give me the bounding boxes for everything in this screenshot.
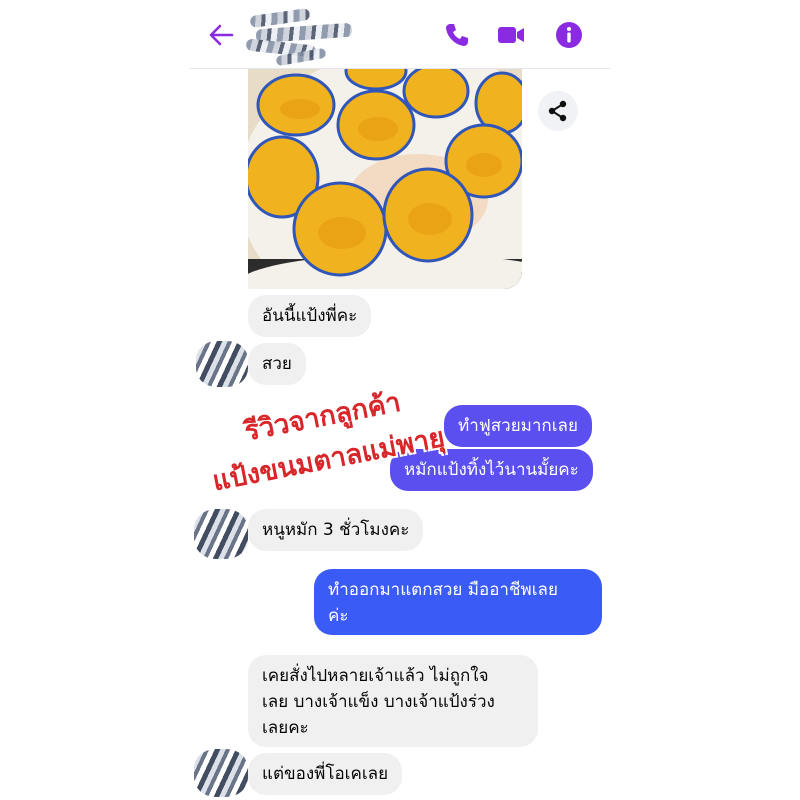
- phone-icon[interactable]: [442, 20, 472, 50]
- shared-photo[interactable]: [248, 69, 522, 289]
- arrow-left-icon[interactable]: [208, 22, 234, 48]
- share-icon: [548, 100, 567, 122]
- share-button[interactable]: [538, 91, 578, 131]
- message-bubble-incoming: หนูหมัก 3 ชั่วโมงคะ: [248, 509, 424, 551]
- message-thread: อันนี้แป้งพี่คะ สวย ทำฟูสวยมากเลย หมักแป…: [190, 69, 610, 800]
- message-line: ทำออกมาแตกสวย มืออาชีพเลย: [328, 580, 558, 600]
- message-line: เคยสั่งไปหลายเจ้าแล้ว ไม่ถูกใจ: [262, 666, 489, 686]
- photo-content: [248, 69, 522, 289]
- video-camera-icon[interactable]: [496, 20, 526, 50]
- contact-avatar[interactable]: [194, 509, 248, 559]
- info-icon[interactable]: [554, 20, 584, 50]
- message-line: เลย บางเจ้าแข็ง บางเจ้าแป้งร่วง: [262, 692, 495, 712]
- contact-avatar[interactable]: [196, 341, 248, 387]
- message-bubble-incoming: สวย: [248, 343, 306, 385]
- message-line: ค่ะ: [328, 606, 349, 626]
- message-bubble-incoming: แต่ของพี่โอเคเลย: [248, 753, 403, 795]
- message-line: เลยคะ: [262, 718, 309, 738]
- conversation-header: [190, 0, 610, 69]
- message-bubble-outgoing: ทำฟูสวยมากเลย: [444, 405, 592, 447]
- messenger-screen: อันนี้แป้งพี่คะ สวย ทำฟูสวยมากเลย หมักแป…: [190, 0, 610, 800]
- message-bubble-incoming: เคยสั่งไปหลายเจ้าแล้ว ไม่ถูกใจ เลย บางเจ…: [248, 655, 538, 747]
- contact-avatar[interactable]: [194, 749, 248, 797]
- message-bubble-outgoing: ทำออกมาแตกสวย มืออาชีพเลย ค่ะ: [314, 569, 602, 635]
- message-bubble-incoming: อันนี้แป้งพี่คะ: [248, 295, 372, 337]
- contact-name-redacted[interactable]: [245, 7, 356, 67]
